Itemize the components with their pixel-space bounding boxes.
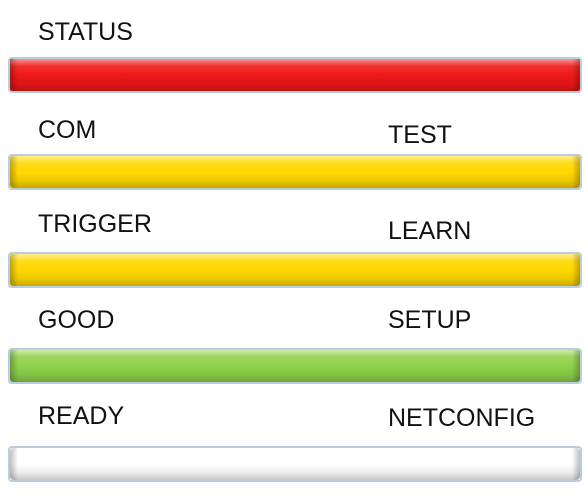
test-label: TEST — [388, 121, 452, 149]
status-indicator-bar — [8, 57, 582, 93]
com-label: COM — [38, 116, 97, 144]
good-setup-indicator-bar — [8, 348, 582, 384]
ready-netconfig-indicator-bar — [8, 446, 582, 482]
setup-label: SETUP — [388, 306, 472, 334]
trigger-learn-indicator-bar — [8, 252, 582, 288]
com-test-indicator-bar — [8, 154, 582, 190]
learn-label: LEARN — [388, 217, 472, 245]
status-label: STATUS — [38, 18, 133, 46]
good-label: GOOD — [38, 306, 115, 334]
netconfig-label: NETCONFIG — [388, 404, 536, 432]
ready-label: READY — [38, 402, 125, 430]
trigger-label: TRIGGER — [38, 210, 152, 238]
